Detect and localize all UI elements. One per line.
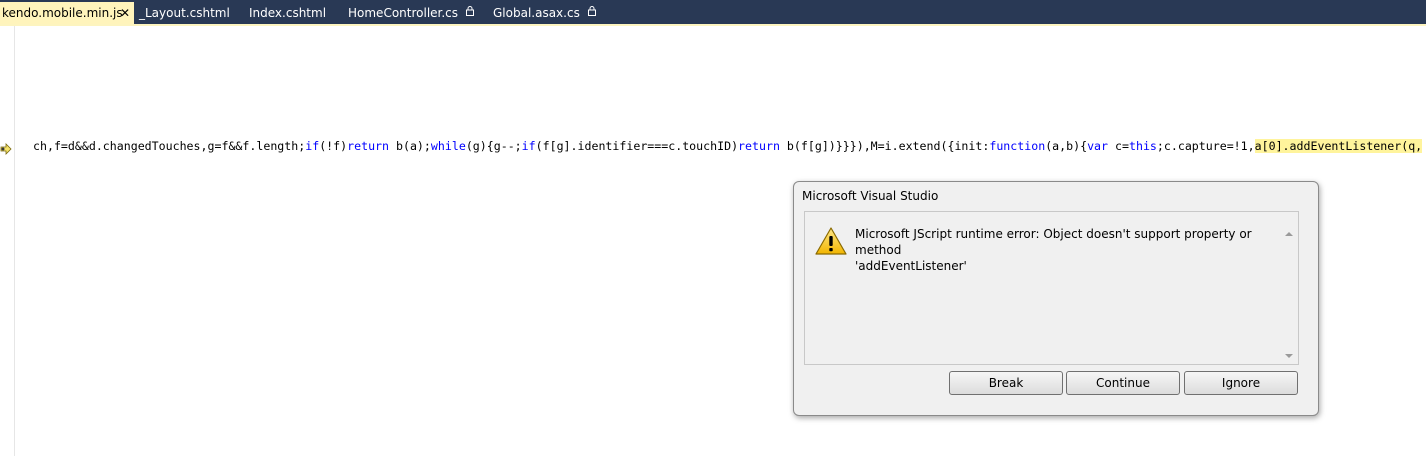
code-text: ;c.capture=!1,: [1156, 139, 1255, 153]
code-line-current[interactable]: ch,f=d&&d.changedTouches,g=f&&f.length;i…: [33, 138, 1423, 155]
code-text: b(a);: [389, 139, 431, 153]
code-keyword: if: [305, 139, 320, 153]
code-text: ch,f=d&&d.changedTouches,g=f&&f.length;: [33, 139, 306, 153]
ignore-button[interactable]: Ignore: [1184, 371, 1298, 395]
code-keyword: function: [989, 139, 1046, 153]
error-message-line2: 'addEventListener': [855, 259, 967, 273]
error-message: Microsoft JScript runtime error: Object …: [855, 226, 1275, 274]
code-keyword: return: [738, 139, 780, 153]
scroll-down-icon[interactable]: [1285, 354, 1293, 358]
tab-label: Global.asax.cs: [493, 6, 580, 20]
continue-button[interactable]: Continue: [1066, 371, 1180, 395]
code-text: (!f): [319, 139, 348, 153]
lock-icon: [587, 3, 596, 25]
dialog-message-box: Microsoft JScript runtime error: Object …: [804, 211, 1299, 365]
tab-label: _Layout.cshtml: [139, 6, 230, 20]
tab-homecontroller-cs[interactable]: HomeController.cs: [348, 2, 474, 24]
code-text: (f[g].identifier===c.touchID): [535, 139, 739, 153]
tab-label: Index.cshtml: [249, 6, 327, 20]
lock-icon: [465, 3, 474, 25]
error-message-line1: Microsoft JScript runtime error: Object …: [855, 227, 1252, 257]
document-tab-strip: kendo.mobile.min.js ✕ _Layout.cshtml Ind…: [0, 0, 1426, 26]
tab-kendo-mobile-min-js[interactable]: kendo.mobile.min.js ✕: [0, 2, 134, 24]
code-keyword: this: [1128, 139, 1157, 153]
code-keyword: return: [347, 139, 390, 153]
tab-label: HomeController.cs: [348, 6, 459, 20]
current-statement-highlight: a[0].addEventListener(q,: [1254, 139, 1423, 153]
scroll-up-icon[interactable]: [1285, 232, 1293, 236]
tab-layout-cshtml[interactable]: _Layout.cshtml: [139, 2, 230, 24]
tab-index-cshtml[interactable]: Index.cshtml: [249, 2, 326, 24]
break-button[interactable]: Break: [949, 371, 1063, 395]
dialog-title: Microsoft Visual Studio: [802, 189, 939, 203]
gutter-divider: [14, 26, 15, 456]
code-text: (a,b){: [1045, 139, 1088, 153]
next-statement-arrow-icon: [0, 140, 12, 155]
code-text: b(f[g])}}}),M=i.extend({init:: [779, 139, 990, 153]
close-icon[interactable]: ✕: [120, 2, 130, 24]
tab-label: kendo.mobile.min.js: [2, 6, 123, 20]
code-keyword: while: [430, 139, 466, 153]
warning-icon: [814, 226, 848, 256]
code-text: (g){g--;: [465, 139, 522, 153]
runtime-error-dialog: Microsoft Visual Studio Microsoft JScrip…: [793, 181, 1319, 416]
code-keyword: var: [1087, 139, 1109, 153]
code-text: c=: [1108, 139, 1129, 153]
code-keyword: if: [521, 139, 536, 153]
tab-global-asax-cs[interactable]: Global.asax.cs: [493, 2, 596, 24]
message-scrollbar[interactable]: [1281, 212, 1298, 364]
